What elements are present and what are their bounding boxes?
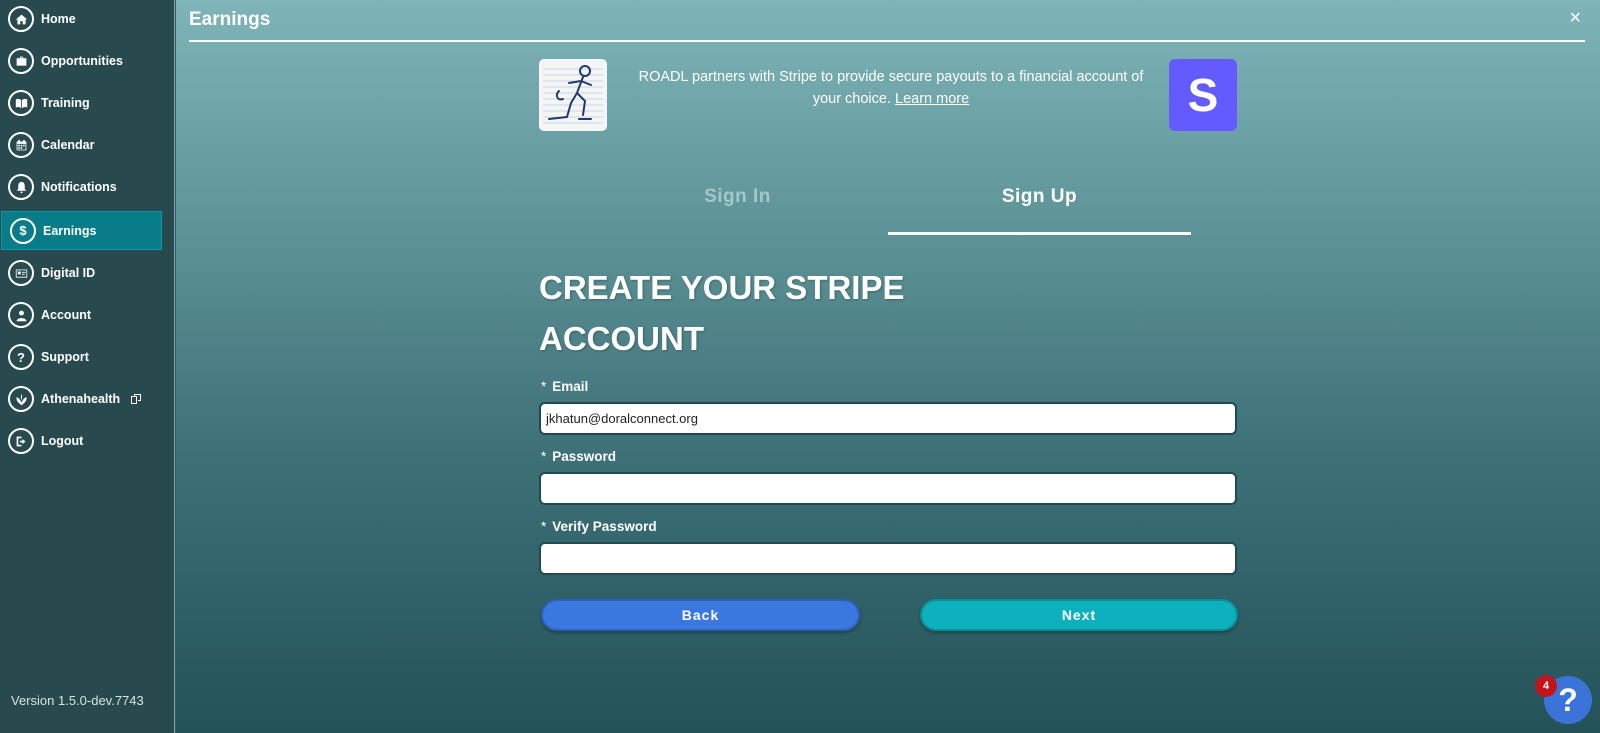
password-field[interactable] xyxy=(539,472,1237,505)
external-link-icon xyxy=(131,394,142,404)
verify-password-label: * Verify Password xyxy=(541,519,657,534)
sidebar-item-earnings[interactable]: $ Earnings xyxy=(1,211,162,250)
sidebar-item-opportunities[interactable]: Opportunities xyxy=(0,42,161,80)
calendar-icon xyxy=(8,132,34,158)
learn-more-link[interactable]: Learn more xyxy=(895,91,969,107)
sidebar-item-label: Logout xyxy=(41,434,84,448)
email-label-text: Email xyxy=(552,379,589,394)
required-marker: * xyxy=(541,449,547,464)
sidebar-item-label: Notifications xyxy=(41,180,117,194)
id-card-icon xyxy=(8,260,34,286)
form-title: CREATE YOUR STRIPE ACCOUNT xyxy=(539,269,905,357)
roadl-logo-icon xyxy=(543,65,603,124)
sidebar-item-home[interactable]: Home xyxy=(0,0,161,38)
stripe-intro: ROADL partners with Stripe to provide se… xyxy=(636,66,1146,110)
password-label: * Password xyxy=(541,449,616,464)
book-icon xyxy=(8,90,34,116)
required-marker: * xyxy=(541,379,547,394)
version-label: Version 1.5.0-dev.7743 xyxy=(11,693,144,708)
question-icon: ? xyxy=(8,344,34,370)
bell-icon xyxy=(8,174,34,200)
dollar-icon: $ xyxy=(10,217,36,244)
back-button[interactable]: Back xyxy=(541,599,860,631)
password-label-text: Password xyxy=(552,449,617,464)
sidebar: Home Opportunities Training Calendar Not… xyxy=(0,0,175,733)
verify-password-field[interactable] xyxy=(539,542,1237,575)
sidebar-item-label: Earnings xyxy=(43,223,97,238)
briefcase-icon xyxy=(8,48,34,74)
sidebar-item-logout[interactable]: Logout xyxy=(0,422,161,460)
sidebar-item-digital-id[interactable]: Digital ID xyxy=(0,254,161,292)
email-label: * Email xyxy=(541,379,588,394)
notification-badge: 4 xyxy=(1535,675,1557,697)
verify-password-label-text: Verify Password xyxy=(552,519,657,534)
home-icon xyxy=(8,6,34,32)
sidebar-item-training[interactable]: Training xyxy=(0,84,161,122)
header: Earnings × xyxy=(189,0,1585,42)
athenahealth-icon xyxy=(8,386,34,412)
sidebar-item-label: Opportunities xyxy=(41,54,123,68)
sidebar-item-label: Training xyxy=(41,96,90,110)
stripe-logo: S xyxy=(1169,59,1237,131)
sidebar-item-label: Account xyxy=(41,308,91,322)
main-panel: Earnings × ROADL partners with Stripe to xyxy=(176,0,1600,733)
sidebar-item-account[interactable]: Account xyxy=(0,296,161,334)
logout-icon xyxy=(8,428,34,454)
sidebar-item-calendar[interactable]: Calendar xyxy=(0,126,161,164)
roadl-logo xyxy=(539,59,607,131)
sidebar-item-notifications[interactable]: Notifications xyxy=(0,168,161,206)
sidebar-item-label: Home xyxy=(41,12,76,26)
sidebar-item-support[interactable]: ? Support xyxy=(0,338,161,376)
tab-sign-in[interactable]: Sign In xyxy=(586,186,889,236)
intro-text: ROADL partners with Stripe to provide se… xyxy=(638,69,1144,107)
sidebar-item-label: Digital ID xyxy=(41,266,96,280)
close-button[interactable]: × xyxy=(1569,8,1581,28)
email-field[interactable] xyxy=(539,402,1237,435)
sidebar-item-label: Support xyxy=(41,350,89,364)
page-title: Earnings xyxy=(189,9,271,30)
next-button[interactable]: Next xyxy=(920,599,1238,631)
sidebar-item-label: Athenahealth xyxy=(41,392,121,406)
required-marker: * xyxy=(541,519,547,534)
tab-sign-up[interactable]: Sign Up xyxy=(888,186,1191,236)
sidebar-item-label: Calendar xyxy=(41,138,95,152)
active-tab-indicator xyxy=(888,232,1191,235)
sidebar-item-athenahealth[interactable]: Athenahealth xyxy=(0,380,161,418)
user-icon xyxy=(8,302,34,328)
